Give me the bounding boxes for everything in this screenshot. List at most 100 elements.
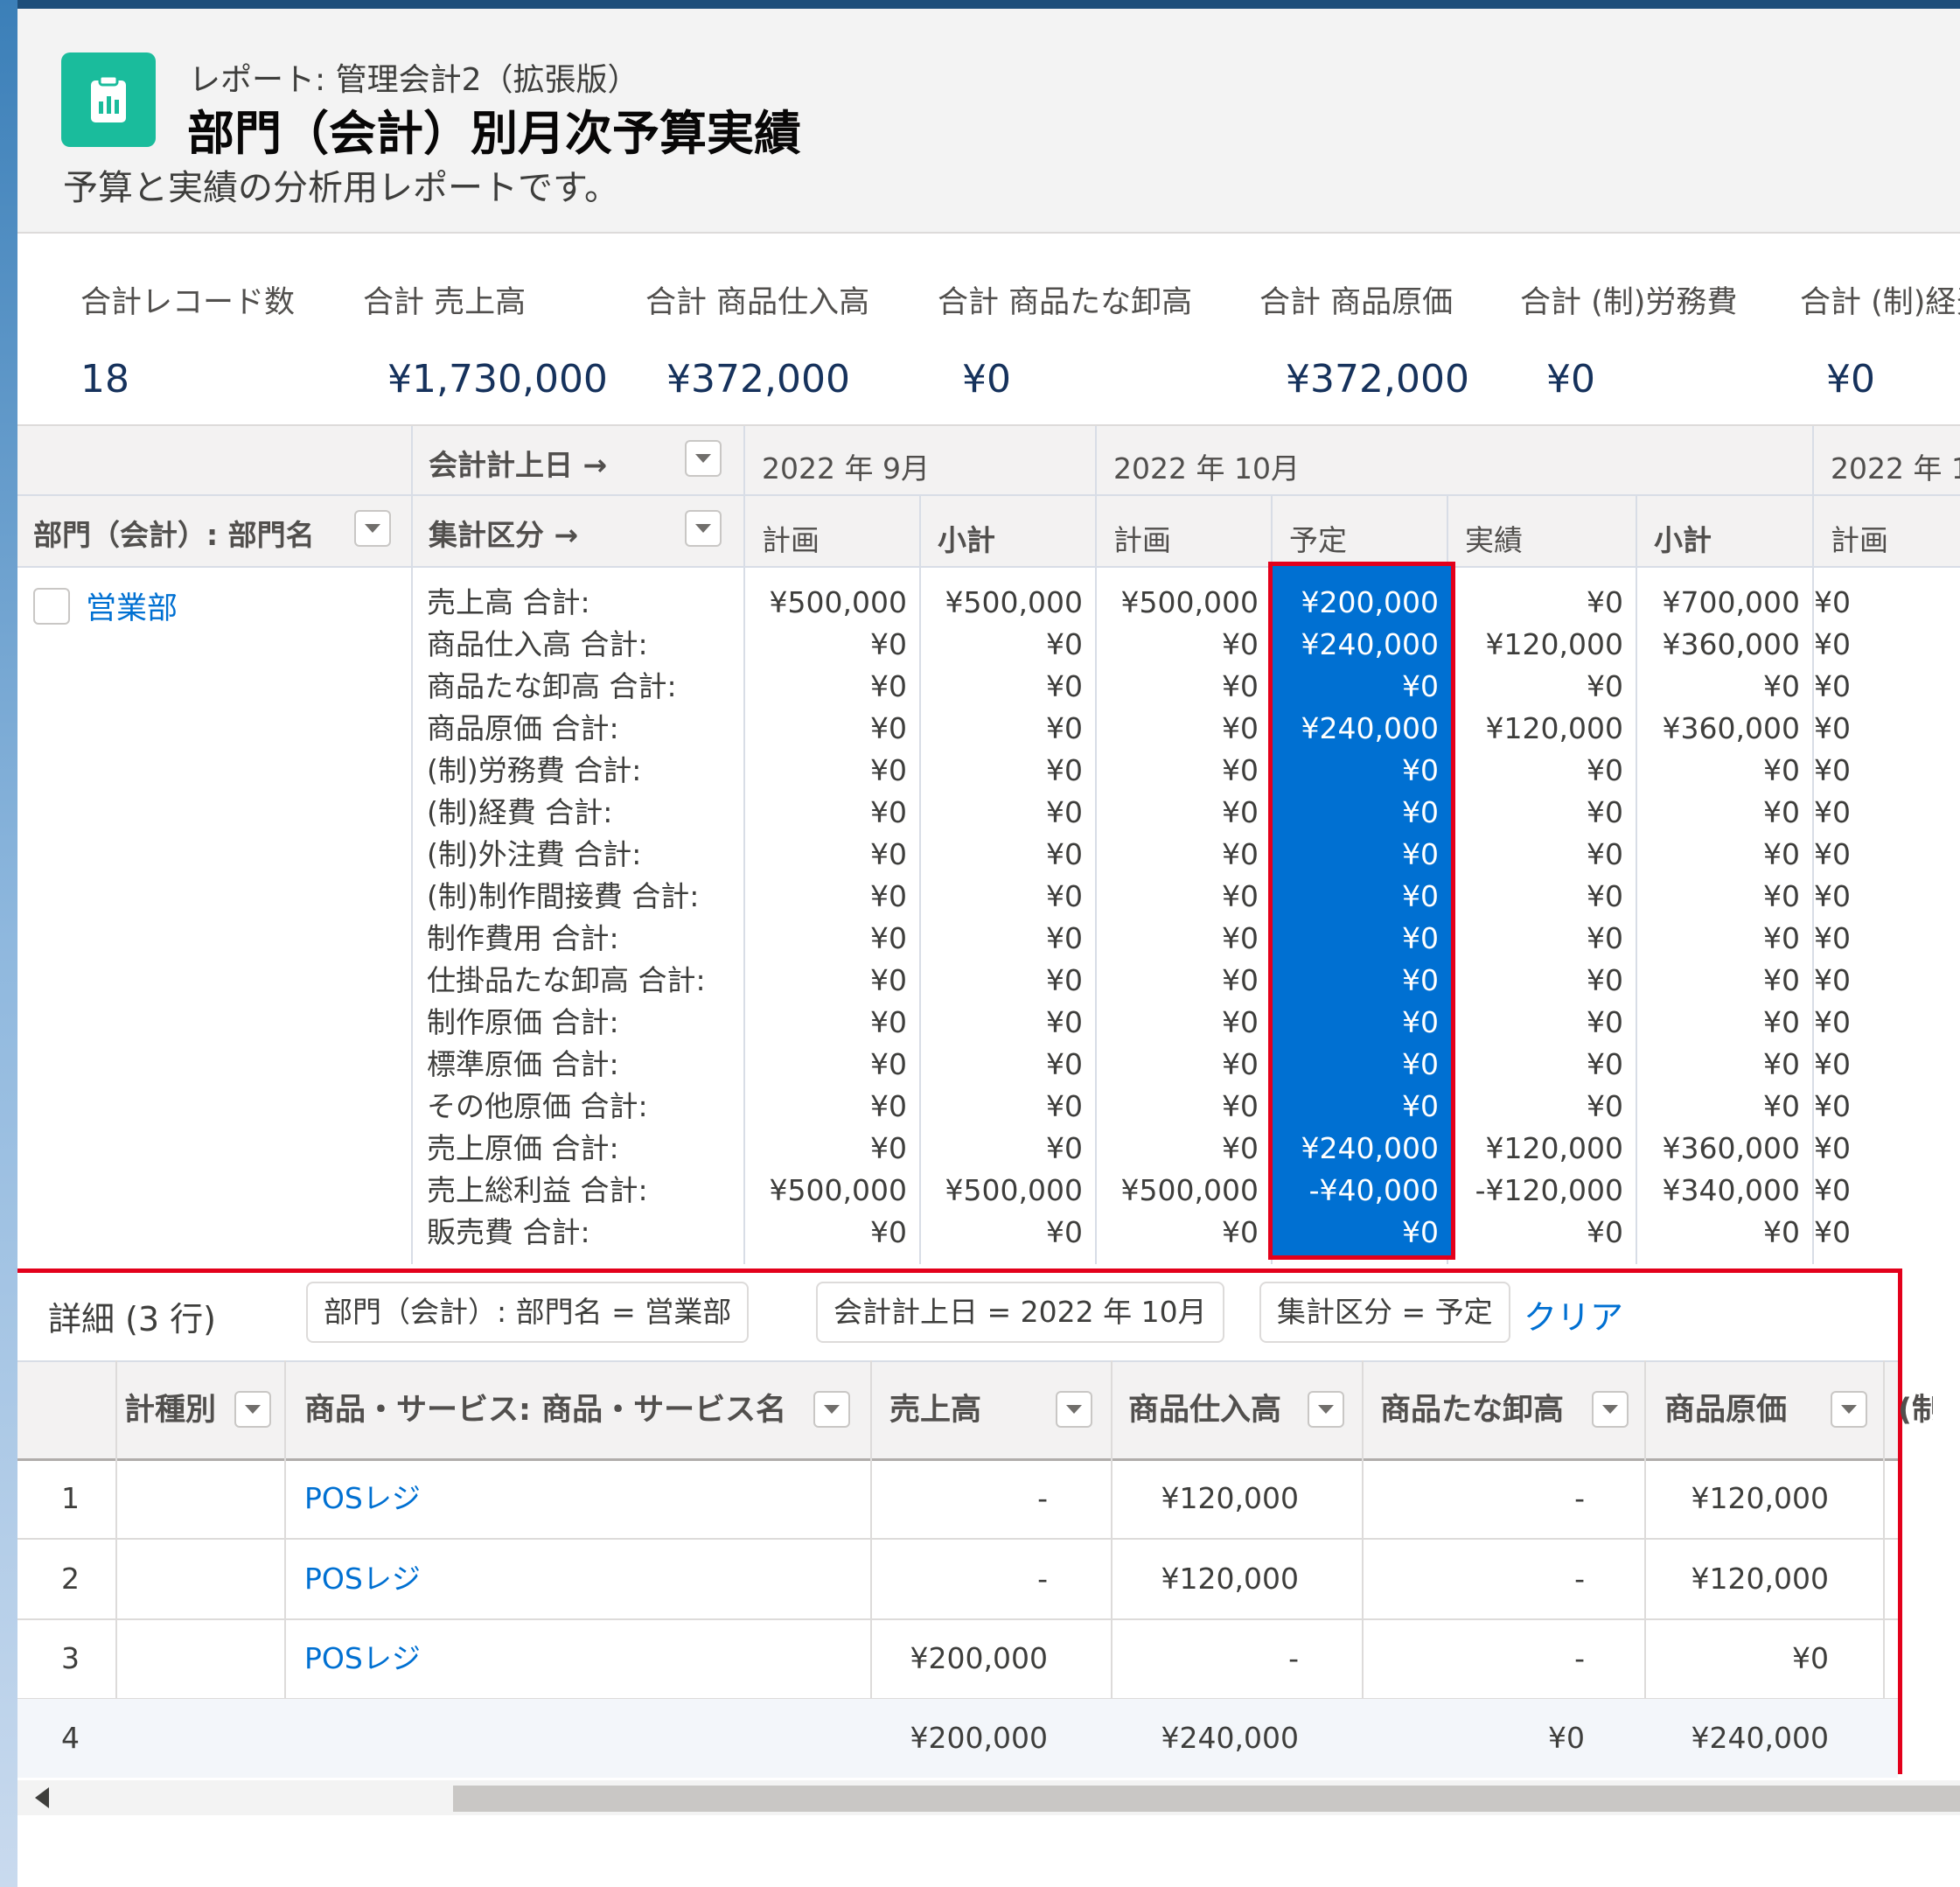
table-row: 1 POSレジ - ¥120,000 - ¥120,000 [17, 1459, 1898, 1540]
matrix-value-cell: ¥0 [1587, 921, 1623, 955]
report-description: 予算と実績の分析用レポートです。 [63, 168, 619, 208]
column-menu-button[interactable] [1592, 1391, 1629, 1428]
product-link[interactable]: POSレジ [304, 1459, 421, 1538]
matrix-value-cell: ¥0 [1587, 1047, 1623, 1081]
matrix-value-cell: ¥0 [1046, 921, 1083, 955]
row-label: 販売費 合計: [427, 1215, 590, 1249]
matrix-value-cell: ¥0 [1222, 1215, 1259, 1249]
matrix-value-cell: ¥0 [1222, 1089, 1259, 1123]
subcol-header: 小計 [938, 523, 995, 557]
matrix-value-cell: ¥0 [1763, 837, 1800, 871]
summary-value: ¥372,000 [666, 357, 850, 402]
selected-column-oct-forecast[interactable]: ¥200,000 ¥240,000 ¥0 ¥240,000 ¥0 ¥0 ¥0 ¥0 ¥0 ¥0 ¥0… [1268, 562, 1455, 1260]
value-column-oct-actual: ¥0 ¥120,000 ¥0 ¥120,000 ¥0 ¥0 ¥0 ¥0 ¥0 ¥0 ¥0 ¥0 ¥0 ¥1… [1448, 582, 1636, 1254]
matrix-value-cell: ¥0 [1222, 627, 1259, 661]
row-label: 商品たな卸高 合計: [427, 669, 677, 703]
column-menu-button[interactable] [1308, 1391, 1344, 1428]
matrix-value-cell: ¥700,000 [1662, 585, 1800, 619]
chevron-down-icon [695, 454, 711, 463]
matrix-value-cell: ¥0 [1763, 963, 1800, 997]
matrix-value-cell: ¥200,000 [1301, 585, 1439, 619]
matrix-value-cell: ¥0 [1402, 879, 1439, 913]
matrix-value-cell: ¥0 [1402, 795, 1439, 829]
matrix-value-cell: ¥0 [1222, 1005, 1259, 1039]
matrix-value-cell: ¥360,000 [1662, 1131, 1800, 1165]
matrix-value-cell: ¥0 [1587, 795, 1623, 829]
inventory-cell: - [1574, 1481, 1585, 1515]
matrix-value-cell: ¥0 [1814, 1089, 1851, 1123]
details-title: 詳細 (3 行) [48, 1300, 216, 1338]
column-menu-button[interactable] [1056, 1391, 1092, 1428]
selected-column-values: ¥200,000 ¥240,000 ¥0 ¥240,000 ¥0 ¥0 ¥0 ¥0 ¥0 ¥0 ¥0… [1301, 582, 1439, 1254]
matrix-value-cell: ¥500,000 [1120, 585, 1259, 619]
matrix-table: 会計計上日 → 部門（会計）: 部門名 集計区分 → 2022 年 9月 202… [17, 426, 1960, 1264]
cost-cell: ¥120,000 [1691, 1562, 1829, 1596]
matrix-value-cell: ¥0 [1763, 1005, 1800, 1039]
clear-filters-link[interactable]: クリア [1524, 1290, 1623, 1338]
purchase-cell: - [1288, 1641, 1299, 1675]
row-label: 制作費用 合計: [427, 921, 619, 955]
row-label: 仕掛品たな卸高 合計: [427, 963, 706, 997]
department-link[interactable]: 営業部 [86, 584, 178, 628]
cost-cell: ¥240,000 [1691, 1721, 1829, 1755]
chevron-down-icon [695, 524, 711, 533]
app-background-strip [0, 0, 17, 1887]
matrix-value-cell: ¥0 [1222, 1131, 1259, 1165]
column-menu-button[interactable] [813, 1391, 850, 1428]
filter-pill-department[interactable]: 部門（会計）: 部門名 = 営業部 [306, 1282, 750, 1343]
product-link[interactable]: POSレジ [304, 1619, 421, 1698]
row-label: (制)労務費 合計: [427, 753, 642, 787]
scroll-left-arrow-icon[interactable] [35, 1787, 49, 1808]
summary-value: ¥0 [1546, 357, 1595, 402]
type-grouping-menu-button[interactable] [685, 510, 722, 547]
summary-inventory: 合計 商品たな卸高 ¥0 [938, 277, 1192, 402]
subcol-header: 計画 [762, 523, 820, 557]
date-grouping-menu-button[interactable] [685, 440, 722, 477]
summary-row-labels: 売上高 合計: 商品仕入高 合計: 商品たな卸高 合計: 商品原価 合計: (制… [427, 582, 706, 1254]
column-header: 商品仕入高 [1128, 1393, 1282, 1428]
sales-cell: - [1037, 1481, 1048, 1515]
summary-value: ¥1,730,000 [387, 357, 608, 402]
matrix-value-cell: ¥0 [1222, 753, 1259, 787]
chevron-down-icon [365, 524, 380, 533]
subcol-header: 実績 [1465, 523, 1523, 557]
matrix-value-cell: ¥0 [1814, 1047, 1851, 1081]
matrix-value-cell: ¥0 [1402, 1089, 1439, 1123]
matrix-value-cell: ¥0 [1222, 711, 1259, 745]
matrix-value-cell: ¥0 [1763, 1089, 1800, 1123]
matrix-value-cell: ¥0 [1046, 837, 1083, 871]
matrix-value-cell: ¥0 [1814, 921, 1851, 955]
matrix-value-cell: ¥360,000 [1662, 711, 1800, 745]
subcol-header: 予定 [1289, 523, 1347, 557]
column-menu-button[interactable] [234, 1391, 271, 1428]
subcol-header: 小計 [1654, 523, 1712, 557]
inventory-cell: ¥0 [1548, 1721, 1585, 1755]
matrix-value-cell: ¥0 [1814, 1173, 1851, 1207]
matrix-value-cell: ¥0 [1046, 963, 1083, 997]
row-select-checkbox[interactable] [33, 588, 70, 625]
column-menu-button[interactable] [1831, 1391, 1867, 1428]
horizontal-scrollbar[interactable] [17, 1780, 1960, 1815]
sales-cell: ¥200,000 [910, 1721, 1048, 1755]
matrix-value-cell: ¥340,000 [1662, 1173, 1800, 1207]
chevron-down-icon [245, 1405, 261, 1414]
product-link[interactable]: POSレジ [304, 1540, 421, 1618]
matrix-value-cell: ¥500,000 [945, 585, 1083, 619]
matrix-value-cell: ¥0 [1046, 669, 1083, 703]
matrix-value-cell: ¥0 [870, 627, 907, 661]
inventory-cell: - [1574, 1562, 1585, 1596]
scrollbar-thumb[interactable] [453, 1786, 1960, 1812]
matrix-value-cell: ¥0 [1814, 963, 1851, 997]
value-column-sep-plan: ¥500,000 ¥0 ¥0 ¥0 ¥0 ¥0 ¥0 ¥0 ¥0 ¥0 ¥0 ¥0 ¥0 ¥0 ¥500,0… [745, 582, 919, 1254]
row-grouping-menu-button[interactable] [354, 510, 391, 547]
matrix-value-cell: ¥500,000 [769, 1173, 907, 1207]
value-column-sep-subtotal: ¥500,000 ¥0 ¥0 ¥0 ¥0 ¥0 ¥0 ¥0 ¥0 ¥0 ¥0 ¥0 ¥0 ¥0 ¥500,0… [921, 582, 1095, 1254]
matrix-value-cell: ¥0 [1402, 837, 1439, 871]
page-title: 部門（会計）別月次予算実績 [187, 106, 801, 161]
filter-pill-date[interactable]: 会計計上日 = 2022 年 10月 [816, 1282, 1224, 1343]
summary-labor: 合計 (制)労務費 ¥0 [1520, 277, 1737, 402]
subcol-header: 計画 [1113, 523, 1171, 557]
filter-pill-type[interactable]: 集計区分 = 予定 [1259, 1282, 1510, 1343]
matrix-value-cell: ¥0 [1222, 795, 1259, 829]
matrix-value-cell: ¥0 [1222, 837, 1259, 871]
